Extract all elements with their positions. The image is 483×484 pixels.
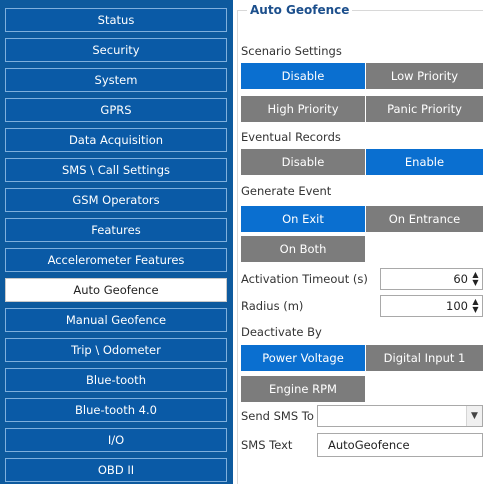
radius-stepper[interactable]: 100 ▲ ▼	[380, 295, 483, 317]
chevron-down-icon[interactable]: ▼	[466, 406, 482, 426]
scenario-panic-priority-button[interactable]: Panic Priority	[366, 96, 483, 122]
sms-text-label: SMS Text	[241, 438, 293, 452]
activation-timeout-stepper[interactable]: 60 ▲ ▼	[380, 268, 483, 290]
scenario-high-priority-button[interactable]: High Priority	[241, 96, 365, 122]
spin-arrows-icon[interactable]: ▲ ▼	[471, 298, 480, 314]
sidebar-item-obd-ii[interactable]: OBD II	[5, 458, 227, 482]
activation-timeout-value: 60	[453, 272, 468, 286]
sidebar-item-system[interactable]: System	[5, 68, 227, 92]
eventual-records-label: Eventual Records	[241, 130, 341, 144]
generate-on-entrance-button[interactable]: On Entrance	[366, 206, 483, 232]
deactivate-power-voltage-button[interactable]: Power Voltage	[241, 345, 365, 371]
radius-value: 100	[446, 299, 468, 313]
send-sms-to-label: Send SMS To	[241, 409, 314, 423]
sidebar-item-trip-odometer[interactable]: Trip \ Odometer	[5, 338, 227, 362]
generate-on-exit-button[interactable]: On Exit	[241, 206, 365, 232]
sidebar-item-status[interactable]: Status	[5, 8, 227, 32]
sidebar-item-security[interactable]: Security	[5, 38, 227, 62]
deactivate-by-label: Deactivate By	[241, 325, 322, 339]
scenario-low-priority-button[interactable]: Low Priority	[366, 63, 483, 89]
spin-arrows-icon[interactable]: ▲ ▼	[471, 271, 480, 287]
panel-title: Auto Geofence	[247, 3, 353, 17]
sms-text-value: AutoGeofence	[328, 438, 410, 452]
sidebar: Status Security System GPRS Data Acquisi…	[0, 0, 233, 484]
sidebar-item-bluetooth-4[interactable]: Blue-tooth 4.0	[5, 398, 227, 422]
sidebar-item-sms-call-settings[interactable]: SMS \ Call Settings	[5, 158, 227, 182]
sidebar-item-gprs[interactable]: GPRS	[5, 98, 227, 122]
sidebar-item-bluetooth[interactable]: Blue-tooth	[5, 368, 227, 392]
sms-text-input[interactable]: AutoGeofence	[317, 433, 483, 457]
scenario-settings-label: Scenario Settings	[241, 44, 342, 58]
activation-timeout-label: Activation Timeout (s)	[241, 272, 368, 286]
generate-on-both-button[interactable]: On Both	[241, 236, 365, 262]
scenario-disable-button[interactable]: Disable	[241, 63, 365, 89]
deactivate-engine-rpm-button[interactable]: Engine RPM	[241, 376, 365, 402]
sidebar-item-accelerometer-features[interactable]: Accelerometer Features	[5, 248, 227, 272]
radius-label: Radius (m)	[241, 299, 304, 313]
sidebar-item-gsm-operators[interactable]: GSM Operators	[5, 188, 227, 212]
sidebar-item-data-acquisition[interactable]: Data Acquisition	[5, 128, 227, 152]
eventual-enable-button[interactable]: Enable	[366, 149, 483, 175]
sidebar-item-features[interactable]: Features	[5, 218, 227, 242]
sidebar-item-auto-geofence[interactable]: Auto Geofence	[5, 278, 227, 302]
generate-event-label: Generate Event	[241, 184, 332, 198]
sidebar-item-io[interactable]: I/O	[5, 428, 227, 452]
deactivate-digital-input-button[interactable]: Digital Input 1	[366, 345, 483, 371]
send-sms-to-select[interactable]: ▼	[317, 405, 483, 427]
auto-geofence-panel: Auto Geofence Scenario Settings Disable …	[233, 0, 483, 484]
eventual-disable-button[interactable]: Disable	[241, 149, 365, 175]
sidebar-item-manual-geofence[interactable]: Manual Geofence	[5, 308, 227, 332]
